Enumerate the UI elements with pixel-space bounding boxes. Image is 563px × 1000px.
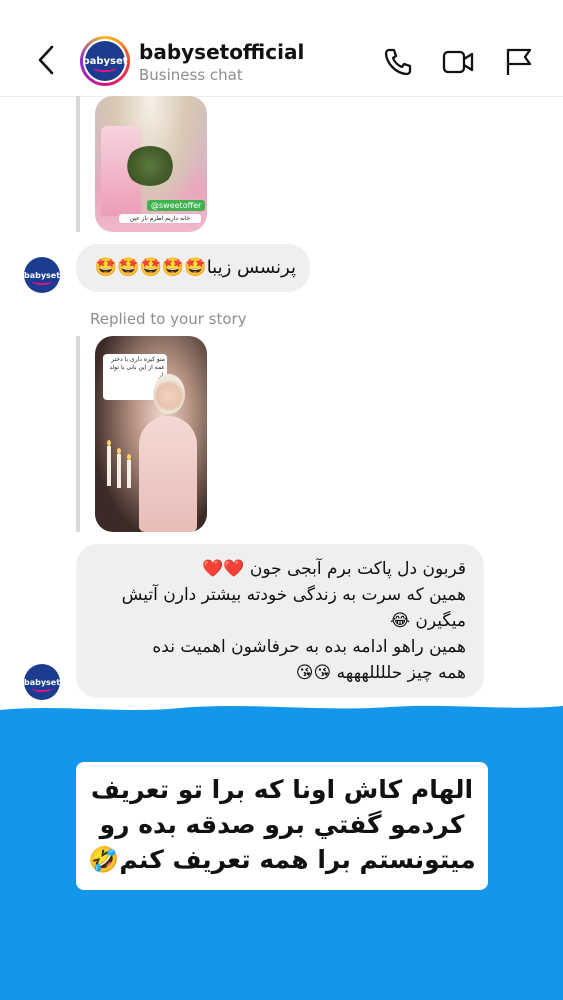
message-line: همین که سرت به زندگی خودته بیشتر دارن آت… xyxy=(121,585,466,605)
sender-avatar[interactable]: babyset xyxy=(24,664,60,700)
story-caption: خانه داریم اطرم ناز عین عکسش xyxy=(119,214,201,223)
message-line: میگیرن 😂 xyxy=(390,611,466,631)
message-bubble[interactable]: پرنسس زیبا🤩🤩🤩🤩🤩 xyxy=(76,244,310,292)
caption-line: میتونستم برا همه تعریف کنم🤣 xyxy=(88,845,476,874)
message-line: قربون دل پاکت برم آبجی جون ❤️❤️ xyxy=(202,559,466,579)
message-bubble[interactable]: قربون دل پاکت برم آبجی جون ❤️❤️ همین که … xyxy=(76,544,484,698)
reply-thread-bar xyxy=(76,336,80,532)
chat-header: babyset babysetofficial Business chat xyxy=(0,0,563,97)
video-camera-icon[interactable] xyxy=(442,46,474,78)
account-name[interactable]: babysetofficial xyxy=(139,40,304,64)
message-line: همه چیز حللللهههه 😘😘 xyxy=(295,663,466,683)
back-arrow-icon[interactable] xyxy=(36,44,60,76)
caption-card: الهام کاش اونا که برا تو تعریف کردمو گفت… xyxy=(76,762,488,890)
flag-icon[interactable] xyxy=(503,46,535,78)
caption-line: کردمو گفتي برو صدقه بده رو xyxy=(99,810,465,839)
story-thumbnail-1[interactable]: @sweetoffer خانه داریم اطرم ناز عین عکسش xyxy=(95,96,207,232)
caption-line: الهام کاش اونا که برا تو تعریف xyxy=(90,775,474,804)
story-thumbnail-2[interactable]: منو کیزه داری با دختر عمه از این بانی با… xyxy=(95,336,207,532)
profile-avatar[interactable]: babyset xyxy=(80,36,130,86)
replied-to-story-label: Replied to your story xyxy=(90,310,247,328)
chat-type-label: Business chat xyxy=(139,66,243,84)
sender-avatar[interactable]: babyset xyxy=(24,257,60,293)
phone-icon[interactable] xyxy=(382,46,414,78)
reply-thread-bar xyxy=(76,96,80,232)
story-mention-tag: @sweetoffer xyxy=(147,200,206,211)
message-line: همین راهو ادامه بده به حرفاشون اهمیت نده xyxy=(152,637,466,657)
